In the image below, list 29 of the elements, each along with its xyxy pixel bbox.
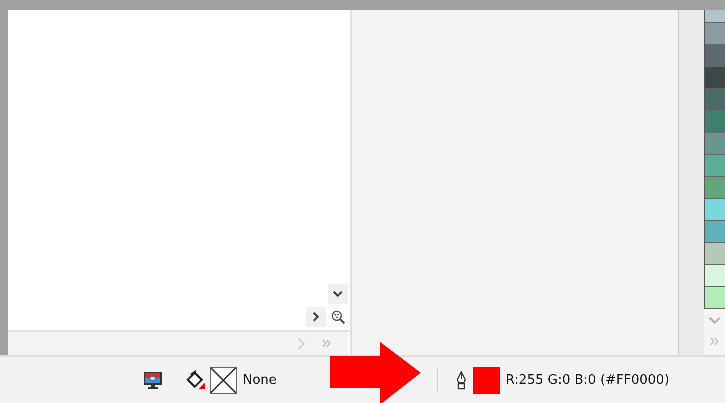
no-fill-swatch[interactable]	[210, 366, 237, 394]
outline-color-label: R:255 G:0 B:0 (#FF0000)	[506, 372, 670, 388]
double-chevron-icon[interactable]	[710, 337, 720, 346]
color-swatch[interactable]	[705, 177, 725, 199]
color-swatch[interactable]	[705, 67, 725, 89]
fill-bucket-icon[interactable]	[186, 370, 206, 390]
outline-color-swatch[interactable]	[472, 366, 500, 394]
monitor-icon[interactable]	[143, 370, 163, 390]
color-swatch[interactable]	[705, 23, 725, 45]
color-swatch[interactable]	[705, 89, 725, 111]
zoom-icon	[330, 310, 346, 324]
color-swatch[interactable]	[705, 287, 725, 309]
color-swatch[interactable]	[705, 111, 725, 133]
color-swatch[interactable]	[705, 221, 725, 243]
color-swatch[interactable]	[705, 243, 725, 265]
color-swatch[interactable]	[705, 133, 725, 155]
color-swatch[interactable]	[705, 155, 725, 177]
scroll-right-button[interactable]	[306, 307, 326, 327]
color-swatch[interactable]	[705, 199, 725, 221]
pen-nib-icon[interactable]	[456, 370, 467, 390]
chevron-down-icon	[333, 290, 343, 298]
color-swatch[interactable]	[705, 10, 725, 23]
double-chevron-icon[interactable]	[322, 339, 332, 348]
color-swatch[interactable]	[705, 45, 725, 67]
scroll-down-button[interactable]	[328, 284, 348, 304]
chevron-right-icon	[312, 312, 320, 322]
fill-label: None	[243, 372, 277, 388]
chevron-down-icon[interactable]	[708, 317, 720, 325]
color-swatch[interactable]	[705, 265, 725, 287]
